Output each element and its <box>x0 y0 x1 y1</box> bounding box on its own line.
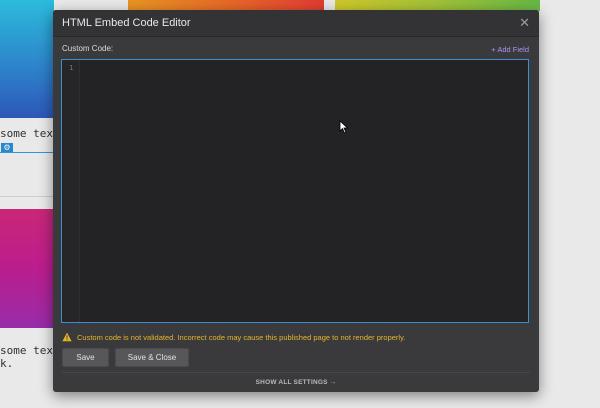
modal-title: HTML Embed Code Editor <box>62 17 191 29</box>
validation-warning: Custom code is not validated. Incorrect … <box>62 331 405 343</box>
save-button[interactable]: Save <box>62 348 109 367</box>
save-and-close-button[interactable]: Save & Close <box>115 348 189 367</box>
line-number-gutter: 1 <box>62 60 80 322</box>
modal-header: HTML Embed Code Editor ✕ <box>53 10 539 37</box>
warning-icon <box>62 332 72 342</box>
show-all-settings-link[interactable]: SHOW ALL SETTINGS → <box>53 379 539 386</box>
warning-text: Custom code is not validated. Incorrect … <box>77 332 406 342</box>
embed-code-editor-modal: HTML Embed Code Editor ✕ Custom Code: + … <box>53 10 539 392</box>
close-icon[interactable]: ✕ <box>519 15 530 31</box>
mouse-cursor-icon <box>339 120 349 134</box>
line-number: 1 <box>69 64 74 72</box>
custom-code-label: Custom Code: <box>62 44 114 53</box>
footer-divider <box>62 372 530 373</box>
code-editor[interactable]: 1 <box>61 59 529 323</box>
add-field-link[interactable]: + Add Field <box>491 45 529 54</box>
